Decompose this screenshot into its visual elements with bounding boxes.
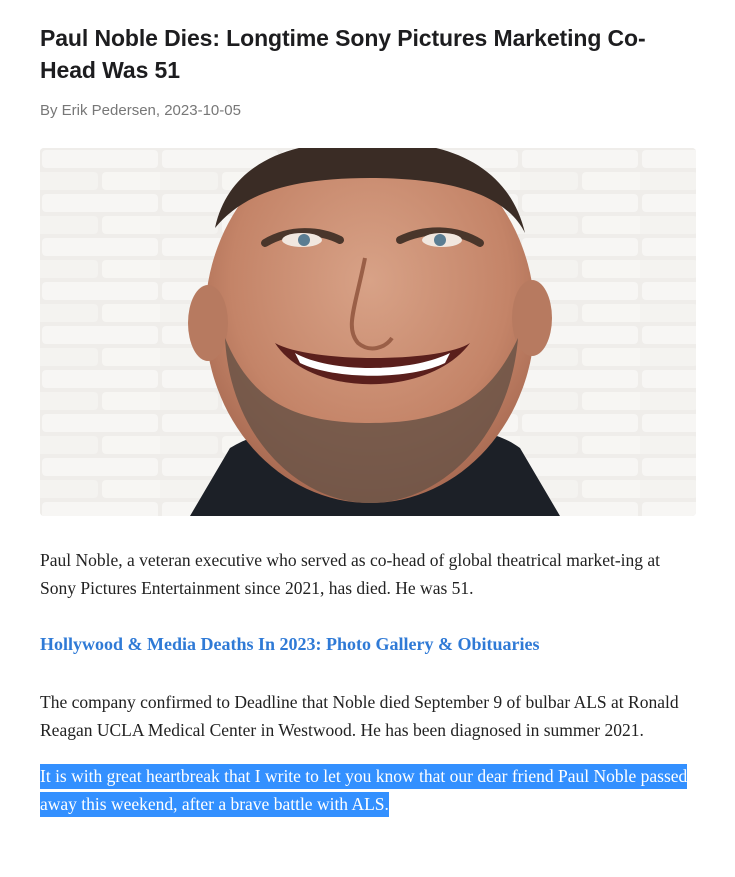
article-photo bbox=[40, 148, 696, 516]
article: Paul Noble Dies: Longtime Sony Pictures … bbox=[40, 22, 696, 818]
highlighted-quote[interactable]: It is with great heartbreak that I write… bbox=[40, 762, 696, 818]
intro-paragraph: Paul Noble, a veteran executive who serv… bbox=[40, 550, 661, 598]
confirmation-paragraph: The company confirmed to Deadline that N… bbox=[40, 692, 679, 740]
portrait-illustration bbox=[40, 148, 696, 516]
article-headline: Paul Noble Dies: Longtime Sony Pictures … bbox=[40, 25, 646, 83]
quote-text: It is with great heartbreak that I write… bbox=[40, 764, 688, 817]
article-byline: By Erik Pedersen, 2023-10-05 bbox=[40, 102, 241, 119]
gallery-link[interactable]: Hollywood & Media Deaths In 2023: Photo … bbox=[40, 630, 696, 658]
